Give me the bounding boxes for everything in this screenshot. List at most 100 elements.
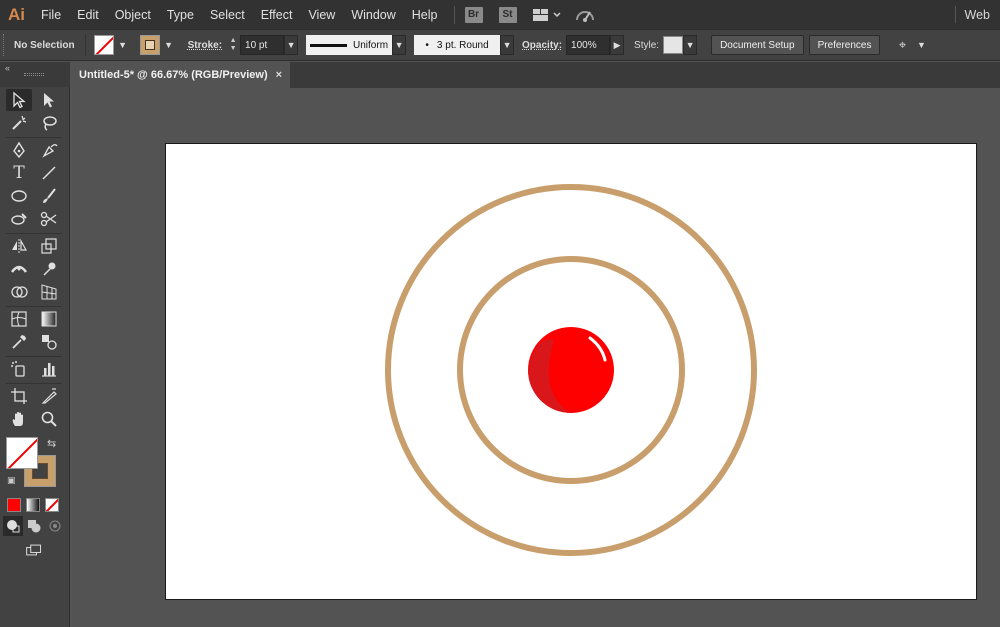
opacity-chevron-right-icon[interactable]: ▶ bbox=[610, 35, 625, 55]
close-tab-icon[interactable]: × bbox=[276, 69, 282, 81]
brush-definition[interactable]: • 3 pt. Round bbox=[414, 35, 501, 55]
column-graph-tool-icon[interactable] bbox=[36, 358, 62, 380]
app-logo: Ai bbox=[8, 4, 25, 24]
bridge-button[interactable]: Br bbox=[464, 6, 483, 23]
stroke-swatch[interactable] bbox=[139, 35, 160, 55]
transform-icon[interactable]: ⌖ bbox=[892, 35, 912, 55]
eyedropper-tool-icon[interactable] bbox=[6, 331, 32, 353]
control-menu-chevron-icon[interactable]: ▼ bbox=[914, 35, 928, 55]
menu-window[interactable]: Window bbox=[343, 0, 403, 29]
style-dropdown-icon[interactable]: ▼ bbox=[683, 35, 698, 55]
workspace-separator bbox=[955, 6, 956, 23]
tool-separator bbox=[6, 137, 62, 138]
canvas-area[interactable] bbox=[70, 88, 1000, 627]
menu-bar: Ai File Edit Object Type Select Effect V… bbox=[0, 0, 1000, 29]
menu-edit[interactable]: Edit bbox=[69, 0, 107, 29]
opacity-input[interactable]: 100% bbox=[566, 35, 611, 55]
stroke-dropdown-chevron-icon[interactable]: ▼ bbox=[162, 35, 176, 55]
document-tab-title: Untitled-5* @ 66.67% (RGB/Preview) bbox=[79, 69, 268, 81]
swap-fill-stroke-icon[interactable]: ⇆ bbox=[47, 437, 56, 450]
draw-behind-icon[interactable] bbox=[24, 516, 44, 536]
stroke-inner-icon bbox=[144, 40, 155, 50]
perspective-grid-tool-icon[interactable] bbox=[36, 281, 62, 303]
shape-builder-tool-icon[interactable] bbox=[6, 281, 32, 303]
screen-mode-icon[interactable] bbox=[21, 540, 47, 560]
selection-tool-icon[interactable] bbox=[6, 89, 32, 111]
document-tab[interactable]: Untitled-5* @ 66.67% (RGB/Preview) × bbox=[70, 62, 290, 88]
gradient-mode-icon[interactable] bbox=[26, 498, 40, 512]
stroke-label[interactable]: Stroke: bbox=[188, 40, 222, 51]
workspace-switcher[interactable]: Web bbox=[965, 0, 990, 29]
menu-select[interactable]: Select bbox=[202, 0, 253, 29]
reflect-tool-icon[interactable] bbox=[6, 235, 32, 257]
puppet-warp-tool-icon[interactable] bbox=[36, 258, 62, 280]
blend-tool-icon[interactable] bbox=[36, 331, 62, 353]
menu-separator bbox=[453, 5, 455, 24]
default-fill-stroke-icon[interactable]: ▣ bbox=[7, 475, 16, 486]
draw-inside-icon[interactable] bbox=[45, 516, 65, 536]
document-setup-button[interactable]: Document Setup bbox=[711, 35, 804, 55]
curvature-tool-icon[interactable] bbox=[36, 139, 62, 161]
fill-dropdown-chevron-icon[interactable]: ▼ bbox=[116, 35, 130, 55]
pen-tool-icon[interactable] bbox=[6, 139, 32, 161]
width-tool-icon[interactable] bbox=[6, 258, 32, 280]
symbol-sprayer-tool-icon[interactable] bbox=[6, 358, 32, 380]
stroke-weight-input[interactable]: 10 pt bbox=[240, 35, 285, 55]
preferences-button[interactable]: Preferences bbox=[808, 35, 881, 55]
none-slash-icon bbox=[94, 36, 113, 54]
artboard-tool-icon[interactable] bbox=[6, 385, 32, 407]
toolbox-grip[interactable] bbox=[24, 73, 44, 76]
magic-wand-tool-icon[interactable] bbox=[6, 112, 32, 134]
variable-width-profile[interactable]: Uniform bbox=[306, 35, 393, 55]
brush-dot-icon: • bbox=[425, 39, 429, 51]
artwork bbox=[385, 184, 757, 556]
slice-tool-icon[interactable] bbox=[36, 385, 62, 407]
lasso-tool-icon[interactable] bbox=[36, 112, 62, 134]
tool-separator bbox=[6, 233, 62, 234]
scale-tool-icon[interactable] bbox=[36, 235, 62, 257]
artboard[interactable] bbox=[165, 143, 977, 600]
fill-swatch[interactable] bbox=[93, 35, 114, 55]
line-segment-tool-icon[interactable] bbox=[36, 162, 62, 184]
document-tab-bar: Untitled-5* @ 66.67% (RGB/Preview) × bbox=[70, 62, 1000, 88]
shaper-tool-icon[interactable] bbox=[6, 208, 32, 230]
control-separator bbox=[84, 34, 86, 56]
stock-button[interactable]: St bbox=[498, 6, 517, 23]
tool-separator bbox=[6, 356, 62, 357]
ellipse-tool-icon[interactable] bbox=[6, 185, 32, 207]
paintbrush-tool-icon[interactable] bbox=[36, 185, 62, 207]
menu-file[interactable]: File bbox=[33, 0, 69, 29]
gradient-tool-icon[interactable] bbox=[36, 308, 62, 330]
zoom-tool-icon[interactable] bbox=[36, 408, 62, 430]
brush-dropdown-icon[interactable]: ▼ bbox=[500, 35, 515, 55]
hand-tool-icon[interactable] bbox=[6, 408, 32, 430]
menu-type[interactable]: Type bbox=[159, 0, 202, 29]
menu-help[interactable]: Help bbox=[404, 0, 446, 29]
none-mode-icon[interactable] bbox=[45, 498, 59, 512]
style-label: Style: bbox=[634, 39, 660, 51]
arrange-documents-icon[interactable] bbox=[532, 0, 561, 29]
control-panel: No Selection ▼ ▼ Stroke: ▲ ▼ 10 pt ▼ Unif… bbox=[0, 29, 1000, 61]
type-tool-icon[interactable]: T bbox=[6, 162, 32, 184]
stroke-weight-dropdown-icon[interactable]: ▼ bbox=[284, 35, 299, 55]
opacity-label[interactable]: Opacity: bbox=[522, 40, 562, 51]
menu-effect[interactable]: Effect bbox=[253, 0, 301, 29]
gpu-performance-icon[interactable] bbox=[575, 0, 595, 29]
tool-separator bbox=[6, 383, 62, 384]
graphic-style-swatch[interactable] bbox=[663, 36, 684, 54]
mesh-tool-icon[interactable] bbox=[6, 308, 32, 330]
stroke-weight-stepper-icon[interactable]: ▲ ▼ bbox=[226, 35, 240, 55]
menu-object[interactable]: Object bbox=[107, 0, 159, 29]
variable-width-dropdown-icon[interactable]: ▼ bbox=[392, 35, 407, 55]
brush-label: 3 pt. Round bbox=[436, 39, 489, 51]
draw-normal-icon[interactable] bbox=[3, 516, 23, 536]
scissors-tool-icon[interactable] bbox=[36, 208, 62, 230]
selection-status: No Selection bbox=[14, 39, 75, 51]
toolbox-header: « bbox=[0, 62, 70, 87]
direct-selection-tool-icon[interactable] bbox=[36, 89, 62, 111]
color-mode-icon[interactable] bbox=[7, 498, 21, 512]
fill-color-swatch[interactable] bbox=[6, 437, 38, 469]
collapse-chevron-icon[interactable]: « bbox=[5, 63, 10, 73]
control-grip[interactable] bbox=[3, 34, 8, 56]
menu-view[interactable]: View bbox=[300, 0, 343, 29]
